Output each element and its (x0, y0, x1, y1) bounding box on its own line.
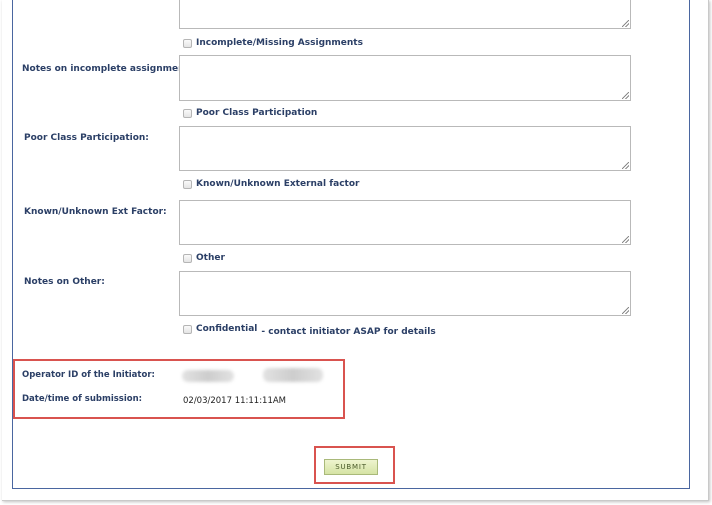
external-factor-row: Known/Unknown External factor (183, 179, 359, 189)
resize-grip-icon[interactable] (622, 162, 629, 169)
external-notes-textarea[interactable] (179, 200, 631, 245)
external-factor-label: Known/Unknown External factor (196, 179, 360, 189)
operator-id-redacted (182, 370, 234, 382)
participation-notes-label: Poor Class Participation: (24, 133, 149, 143)
resize-grip-icon[interactable] (622, 236, 629, 243)
confidential-label: Confidential (196, 324, 258, 334)
external-factor-checkbox[interactable] (183, 179, 192, 189)
submission-time-value: 02/03/2017 11:11:11AM (183, 396, 287, 406)
poor-participation-checkbox[interactable] (183, 108, 192, 118)
other-notes-label: Notes on Other: (24, 277, 105, 287)
resize-grip-icon[interactable] (622, 307, 629, 314)
confidential-checkbox[interactable] (183, 324, 192, 334)
incomplete-assignments-row: Incomplete/Missing Assignments (183, 38, 363, 48)
confidential-row: Confidential - contact initiator ASAP fo… (183, 324, 436, 337)
operator-id-label: Operator ID of the Initiator: (22, 370, 155, 380)
external-notes-label: Known/Unknown Ext Factor: (24, 207, 167, 217)
submission-time-label: Date/time of submission: (22, 394, 143, 404)
other-label: Other (196, 253, 225, 263)
incomplete-assignments-checkbox[interactable] (183, 38, 192, 48)
incomplete-notes-textarea[interactable] (179, 55, 631, 101)
poor-participation-row: Poor Class Participation (183, 108, 317, 118)
resize-grip-icon[interactable] (622, 20, 629, 27)
operator-name-redacted (263, 368, 323, 382)
other-checkbox[interactable] (183, 253, 192, 263)
confidential-note: - contact initiator ASAP for details (261, 327, 436, 337)
incomplete-assignments-label: Incomplete/Missing Assignments (196, 38, 363, 48)
other-notes-textarea[interactable] (179, 271, 631, 316)
poor-participation-label: Poor Class Participation (196, 108, 318, 118)
other-row: Other (183, 253, 225, 263)
submit-button[interactable]: SUBMIT (324, 459, 378, 475)
resize-grip-icon[interactable] (622, 92, 629, 99)
incomplete-notes-label: Notes on incomplete assignment: (22, 64, 193, 74)
participation-notes-textarea[interactable] (179, 126, 631, 171)
previous-notes-textarea[interactable] (179, 0, 631, 29)
